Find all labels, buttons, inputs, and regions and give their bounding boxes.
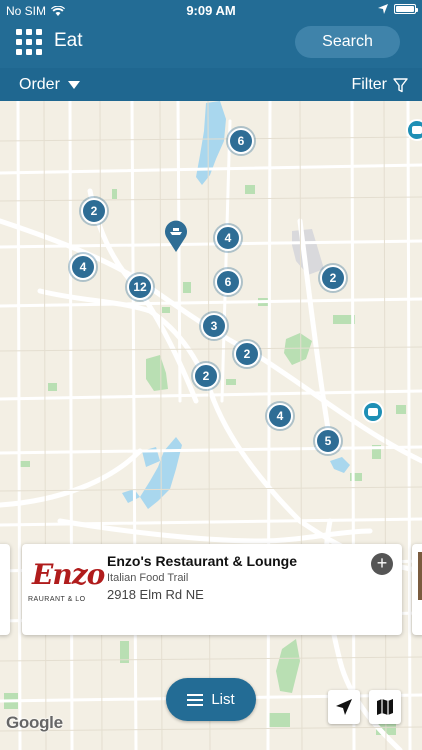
next-card[interactable] — [412, 544, 422, 635]
map-type-button[interactable] — [369, 690, 401, 724]
map-cluster-marker[interactable]: 2 — [320, 265, 346, 291]
restaurant-trail: Italian Food Trail — [107, 572, 189, 584]
previous-card[interactable] — [0, 544, 10, 635]
chevron-down-icon — [67, 81, 80, 89]
map-cluster-marker[interactable]: 6 — [228, 128, 254, 154]
list-icon — [187, 693, 204, 706]
location-arrow-icon — [336, 699, 352, 715]
order-dropdown[interactable]: Order — [19, 76, 80, 94]
filter-button[interactable]: Filter — [351, 76, 408, 94]
map-cluster-marker[interactable]: 12 — [127, 274, 153, 300]
battery-icon — [394, 4, 418, 14]
grid-menu-icon[interactable] — [16, 29, 42, 55]
plus-icon[interactable]: + — [371, 553, 393, 575]
map-base — [0, 101, 422, 750]
page-title: Eat — [54, 30, 83, 51]
order-label: Order — [19, 76, 60, 93]
location-services-icon — [378, 4, 388, 14]
list-button-label: List — [211, 691, 235, 708]
map-cluster-marker[interactable]: 2 — [193, 363, 219, 389]
restaurant-name: Enzo's Restaurant & Lounge — [107, 553, 298, 569]
map-view[interactable]: 6 2 4 4 12 6 2 3 2 2 4 5 — [0, 101, 422, 750]
map-cluster-marker[interactable]: 3 — [201, 313, 227, 339]
location-arrow-button[interactable] — [328, 690, 360, 724]
map-icon — [377, 699, 393, 715]
filter-icon — [393, 77, 408, 92]
list-button[interactable]: List — [166, 678, 256, 721]
map-cluster-marker[interactable]: 2 — [234, 341, 260, 367]
status-bar: No SIM 9:09 AM — [0, 0, 422, 22]
selected-location-pin[interactable] — [164, 219, 188, 253]
poi-icon[interactable] — [362, 401, 384, 423]
clock: 9:09 AM — [186, 3, 236, 18]
map-cluster-marker[interactable]: 2 — [81, 198, 107, 224]
app-header: Eat Search — [0, 22, 422, 68]
map-cluster-marker[interactable]: 4 — [70, 254, 96, 280]
map-cluster-marker[interactable]: 4 — [215, 225, 241, 251]
map-cluster-marker[interactable]: 6 — [215, 269, 241, 295]
poi-icon[interactable] — [406, 119, 422, 141]
restaurant-logo: Enzo RAURANT & LO — [28, 558, 105, 603]
restaurant-card[interactable]: Enzo RAURANT & LO Enzo's Restaurant & Lo… — [22, 544, 402, 635]
toolbar: Order Filter — [0, 68, 422, 101]
filter-label: Filter — [351, 76, 387, 93]
map-cluster-marker[interactable]: 4 — [267, 403, 293, 429]
map-cluster-marker[interactable]: 5 — [315, 428, 341, 454]
restaurant-address: 2918 Elm Rd NE — [107, 587, 204, 602]
search-button[interactable]: Search — [295, 26, 400, 58]
map-attribution: Google — [6, 713, 63, 732]
